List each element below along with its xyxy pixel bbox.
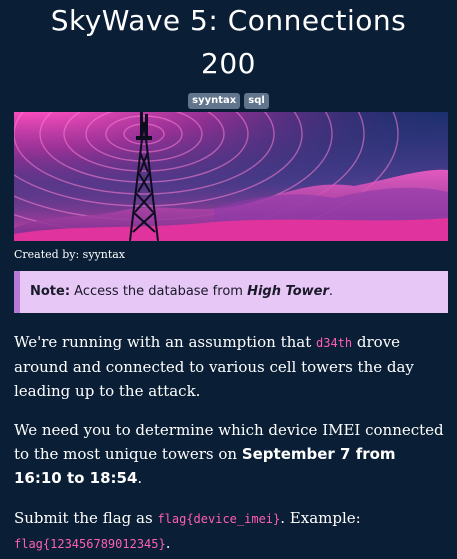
p1-text-before: We're running with an assumption that — [14, 333, 316, 351]
p3-text-before: Submit the flag as — [14, 509, 158, 527]
p3-text-mid: . Example: — [280, 509, 361, 527]
page-title: SkyWave 5: Connections 200 — [0, 0, 457, 85]
note-label: Note: — [30, 284, 71, 299]
page-title-line2: 200 — [201, 47, 256, 80]
p2-text-after: . — [137, 469, 143, 487]
page-title-line1: SkyWave 5: Connections — [50, 4, 407, 37]
note-period: . — [328, 284, 334, 299]
cell-tower-illustration — [14, 112, 448, 241]
description-paragraph-2: We need you to determine which device IM… — [14, 418, 448, 490]
tag-list: syyntax sql — [0, 93, 457, 109]
flag-format-code: flag{device_imei} — [157, 512, 281, 526]
p3-text-after: . — [165, 534, 171, 552]
description-paragraph-1: We're running with an assumption that d3… — [14, 330, 448, 403]
banner-image — [14, 112, 448, 241]
suspect-code: d34th — [316, 336, 353, 350]
flag-example-code: flag{123456789012345} — [14, 537, 166, 551]
note-text: Access the database from — [70, 284, 248, 299]
tag-syyntax[interactable]: syyntax — [188, 93, 241, 109]
author-credit: Created by: syyntax — [14, 248, 126, 261]
note-callout: Note: Access the database from High Towe… — [14, 271, 448, 313]
description-paragraph-3: Submit the flag as flag{device_imei}. Ex… — [14, 506, 448, 556]
tag-sql[interactable]: sql — [244, 93, 269, 109]
note-place: High Tower — [247, 284, 329, 299]
